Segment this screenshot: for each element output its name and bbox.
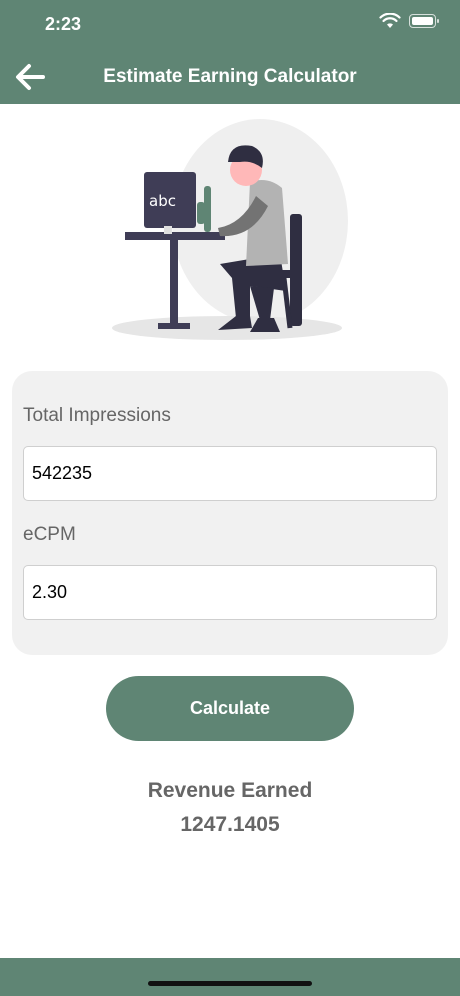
total-impressions-label: Total Impressions: [23, 405, 171, 426]
calculate-button[interactable]: Calculate: [106, 676, 354, 741]
total-impressions-input[interactable]: [23, 446, 437, 501]
app-header: 2:23 Estimate Earning Calculator: [0, 0, 460, 104]
status-icons: [379, 13, 439, 29]
home-indicator[interactable]: [148, 981, 312, 986]
ecpm-label: eCPM: [23, 524, 76, 545]
page-title: Estimate Earning Calculator: [103, 66, 357, 87]
person-at-computer-illustration: abc: [112, 119, 348, 340]
revenue-earned-value: 1247.1405: [180, 813, 280, 836]
bottom-bar: [0, 958, 460, 996]
ecpm-input[interactable]: [23, 565, 437, 620]
revenue-earned-label: Revenue Earned: [147, 779, 313, 802]
status-time: 2:23: [45, 14, 82, 34]
wifi-icon: [379, 13, 401, 28]
monitor-text: abc: [149, 192, 176, 210]
battery-icon: [409, 14, 439, 28]
